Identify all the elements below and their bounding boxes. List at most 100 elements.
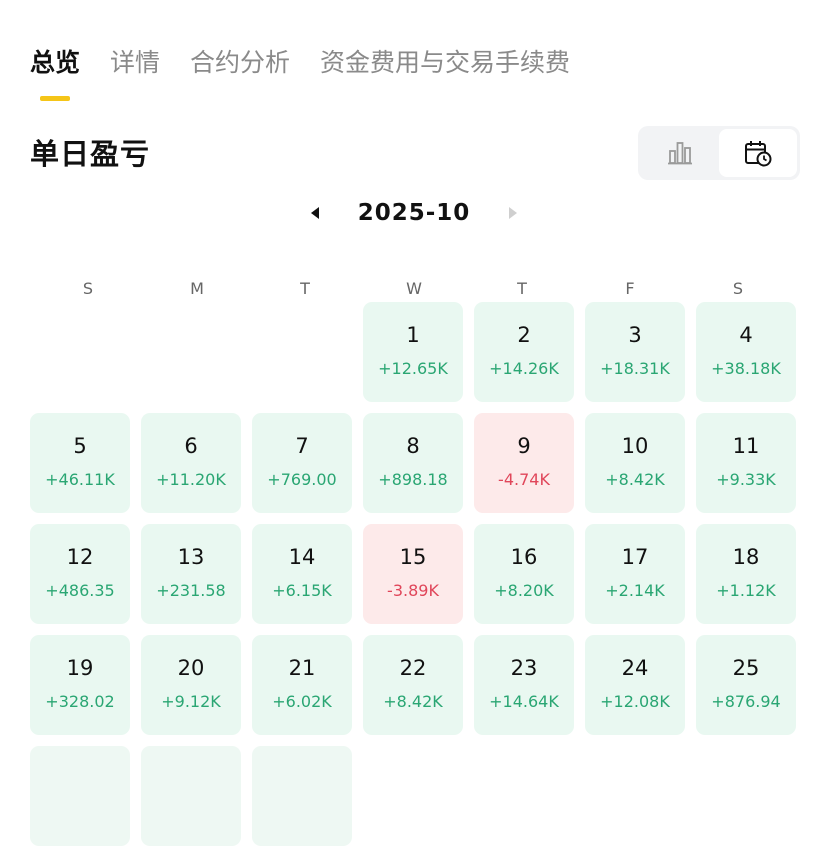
- day-pnl-value: +876.94: [711, 692, 781, 711]
- calendar-day-cell[interactable]: 17 +2.14K: [585, 524, 685, 624]
- calendar-day-cell[interactable]: 19 +328.02: [30, 635, 130, 735]
- calendar-day-cell[interactable]: 24 +12.08K: [585, 635, 685, 735]
- calendar-day-cell[interactable]: 11 +9.33K: [696, 413, 796, 513]
- calendar-day-cell[interactable]: 10 +8.42K: [585, 413, 685, 513]
- day-pnl-value: +1.12K: [716, 581, 776, 600]
- tab-contract-analysis[interactable]: 合约分析: [190, 44, 290, 82]
- day-pnl-value: +9.12K: [161, 692, 221, 711]
- tab-details[interactable]: 详情: [110, 44, 160, 82]
- day-number: 11: [732, 434, 760, 458]
- calendar-day-cell[interactable]: 8 +898.18: [363, 413, 463, 513]
- calendar-day-cell[interactable]: 20 +9.12K: [141, 635, 241, 735]
- day-pnl-value: +8.20K: [494, 581, 554, 600]
- day-number: 1: [406, 323, 420, 347]
- active-tab-indicator: [40, 96, 70, 101]
- day-number: 5: [73, 434, 87, 458]
- calendar-view-button[interactable]: [719, 129, 797, 177]
- day-pnl-value: +769.00: [267, 470, 337, 489]
- day-pnl-value: +6.15K: [272, 581, 332, 600]
- calendar-day-cell[interactable]: 12 +486.35: [30, 524, 130, 624]
- calendar-day-cell[interactable]: 9 -4.74K: [474, 413, 574, 513]
- day-pnl-value: +898.18: [378, 470, 448, 489]
- day-pnl-value: +38.18K: [711, 359, 781, 378]
- calendar-day-cell[interactable]: 6 +11.20K: [141, 413, 241, 513]
- day-number: 10: [621, 434, 649, 458]
- calendar-day-cell-partial[interactable]: [30, 746, 130, 846]
- day-pnl-value: +6.02K: [272, 692, 332, 711]
- tab-funding-fees[interactable]: 资金费用与交易手续费: [320, 44, 570, 82]
- day-pnl-value: +9.33K: [716, 470, 776, 489]
- tab-funding-fees-label: 资金费用与交易手续费: [320, 48, 571, 77]
- day-number: 16: [510, 545, 538, 569]
- view-toggle: [638, 126, 800, 180]
- day-pnl-value: +14.64K: [489, 692, 559, 711]
- day-number: 3: [628, 323, 642, 347]
- calendar-day-cell[interactable]: 14 +6.15K: [252, 524, 352, 624]
- calendar-day-cell[interactable]: 13 +231.58: [141, 524, 241, 624]
- weekday-header: S M T W T F S: [30, 276, 798, 302]
- tab-details-label: 详情: [110, 48, 161, 77]
- day-number: 7: [295, 434, 309, 458]
- day-number: 8: [406, 434, 420, 458]
- day-number: 13: [177, 545, 205, 569]
- day-number: 19: [66, 656, 94, 680]
- day-pnl-value: -3.89K: [387, 581, 439, 600]
- day-pnl-value: +11.20K: [156, 470, 226, 489]
- day-pnl-value: +2.14K: [605, 581, 665, 600]
- day-number: 21: [288, 656, 316, 680]
- day-number: 18: [732, 545, 760, 569]
- day-number: 22: [399, 656, 427, 680]
- weekday-tue: T: [300, 279, 310, 298]
- calendar-day-cell[interactable]: 18 +1.12K: [696, 524, 796, 624]
- section-title: 单日盈亏: [30, 137, 151, 171]
- chart-view-button[interactable]: [641, 129, 719, 177]
- day-number: 20: [177, 656, 205, 680]
- calendar-day-cell[interactable]: 3 +18.31K: [585, 302, 685, 402]
- day-pnl-value: +46.11K: [45, 470, 115, 489]
- weekday-sat: S: [732, 279, 744, 298]
- day-pnl-value: -4.74K: [498, 470, 550, 489]
- day-number: 2: [517, 323, 531, 347]
- weekday-thu: T: [517, 279, 527, 298]
- calendar-day-cell[interactable]: 23 +14.64K: [474, 635, 574, 735]
- calendar-day-cell-partial[interactable]: [141, 746, 241, 846]
- tab-overview-label: 总览: [30, 48, 81, 77]
- calendar-clock-icon: [745, 141, 772, 167]
- day-number: 4: [739, 323, 753, 347]
- calendar-day-cell[interactable]: 22 +8.42K: [363, 635, 463, 735]
- day-pnl-value: +328.02: [45, 692, 115, 711]
- next-month-button[interactable]: [498, 198, 528, 228]
- calendar-day-cell[interactable]: 16 +8.20K: [474, 524, 574, 624]
- day-pnl-value: +12.08K: [600, 692, 670, 711]
- calendar-day-cell[interactable]: 1 +12.65K: [363, 302, 463, 402]
- pnl-calendar: 1 +12.65K 2 +14.26K 3 +18.31K 4 +38.18K 5 +46.11K…: [30, 302, 800, 846]
- triangle-left-icon: [311, 207, 319, 219]
- tab-overview[interactable]: 总览: [30, 44, 81, 101]
- month-label: 2025-10: [357, 200, 471, 226]
- day-pnl-value: +8.42K: [605, 470, 665, 489]
- day-number: 24: [621, 656, 649, 680]
- calendar-day-cell[interactable]: 7 +769.00: [252, 413, 352, 513]
- calendar-day-cell[interactable]: 2 +14.26K: [474, 302, 574, 402]
- tab-contract-analysis-label: 合约分析: [190, 48, 291, 77]
- day-pnl-value: +12.65K: [378, 359, 448, 378]
- day-number: 15: [399, 545, 427, 569]
- day-pnl-value: +14.26K: [489, 359, 559, 378]
- calendar-day-cell[interactable]: 25 +876.94: [696, 635, 796, 735]
- bar-chart-icon: [668, 142, 692, 165]
- day-number: 9: [517, 434, 531, 458]
- prev-month-button[interactable]: [300, 198, 330, 228]
- calendar-day-cell-partial[interactable]: [252, 746, 352, 846]
- calendar-day-cell[interactable]: 4 +38.18K: [696, 302, 796, 402]
- calendar-day-cell[interactable]: 21 +6.02K: [252, 635, 352, 735]
- triangle-right-icon: [508, 207, 517, 219]
- weekday-wed: W: [406, 279, 422, 298]
- calendar-day-cell[interactable]: 15 -3.89K: [363, 524, 463, 624]
- day-pnl-value: +486.35: [45, 581, 115, 600]
- day-pnl-value: +231.58: [156, 581, 226, 600]
- tab-bar: 总览 详情 合约分析 资金费用与交易手续费: [30, 44, 600, 101]
- day-number: 14: [288, 545, 316, 569]
- weekday-fri: F: [625, 279, 635, 298]
- calendar-day-cell[interactable]: 5 +46.11K: [30, 413, 130, 513]
- day-number: 6: [184, 434, 198, 458]
